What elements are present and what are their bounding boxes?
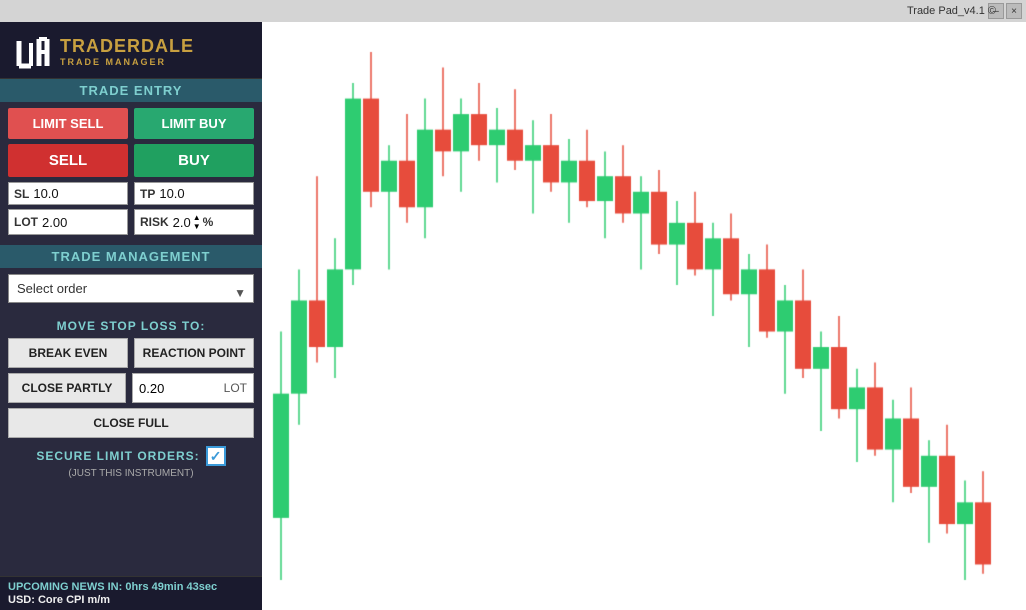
reaction-point-button[interactable]: REACTION POINT <box>134 338 254 368</box>
upcoming-news-label: UPCOMING NEWS IN: <box>8 581 122 593</box>
title-bar-label: Trade Pad_v4.1 © <box>907 5 996 17</box>
close-partly-button[interactable]: CLOSE PARTLY <box>8 373 126 403</box>
select-order-wrapper: Select order ▼ <box>8 274 254 311</box>
trade-management-panel: Select order ▼ MOVE STOP LOSS TO: BREAK … <box>0 268 262 576</box>
close-button[interactable]: × <box>1006 3 1022 19</box>
trade-entry-panel: LIMIT SELL LIMIT BUY SELL BUY SL 10.0 TP… <box>0 102 262 245</box>
risk-value[interactable]: 2.0 <box>173 215 191 230</box>
upcoming-news: UPCOMING NEWS IN: 0hrs 49min 43sec <box>8 581 254 593</box>
close-partly-lot-label: LOT <box>224 381 247 395</box>
limit-buy-button[interactable]: LIMIT BUY <box>134 108 254 139</box>
sl-label: SL <box>14 187 29 201</box>
tp-value[interactable]: 10.0 <box>159 186 184 201</box>
risk-spinner[interactable]: ▲ ▼ <box>193 213 201 231</box>
lot-risk-row: LOT 2.00 RISK 2.0 ▲ ▼ % <box>8 209 254 235</box>
limit-buttons-row: LIMIT SELL LIMIT BUY <box>8 108 254 139</box>
trade-entry-header: TRADE ENTRY <box>0 79 262 102</box>
close-full-button[interactable]: CLOSE FULL <box>8 408 254 438</box>
secure-row: SECURE LIMIT ORDERS: ✓ <box>8 446 254 466</box>
logo-icon <box>10 30 52 72</box>
sell-buy-row: SELL BUY <box>8 144 254 177</box>
title-bar: Trade Pad_v4.1 © – × <box>0 0 1026 22</box>
checkmark-icon: ✓ <box>210 448 222 465</box>
tp-label: TP <box>140 187 155 201</box>
usd-label: USD: <box>8 594 35 606</box>
break-even-button[interactable]: BREAK EVEN <box>8 338 128 368</box>
sl-value[interactable]: 10.0 <box>33 186 58 201</box>
secure-sublabel: (JUST THIS INSTRUMENT) <box>8 468 254 479</box>
close-partly-lot-box: 0.20 LOT <box>132 373 254 403</box>
usd-value: Core CPI m/m <box>38 594 110 606</box>
tp-field: TP 10.0 <box>134 182 254 205</box>
break-even-reaction-row: BREAK EVEN REACTION POINT <box>8 338 254 368</box>
risk-unit: % <box>203 215 214 229</box>
logo-subtitle: TRADE MANAGER <box>60 57 194 67</box>
risk-label: RISK <box>140 215 169 229</box>
lot-field: LOT 2.00 <box>8 209 128 235</box>
close-partly-lot-value[interactable]: 0.20 <box>139 381 164 396</box>
close-partly-row: CLOSE PARTLY 0.20 LOT <box>8 373 254 403</box>
lot-value[interactable]: 2.00 <box>42 215 67 230</box>
sell-button[interactable]: SELL <box>8 144 128 177</box>
left-panel: TRADERDALE TRADE MANAGER TRADE ENTRY LIM… <box>0 22 262 610</box>
logo-name: TRADERDALE <box>60 36 194 57</box>
move-stop-label: MOVE STOP LOSS TO: <box>8 319 254 333</box>
sl-field: SL 10.0 <box>8 182 128 205</box>
sl-tp-row: SL 10.0 TP 10.0 <box>8 182 254 205</box>
usd-news: USD: Core CPI m/m <box>8 594 254 606</box>
upcoming-news-time: 0hrs 49min 43sec <box>125 581 217 593</box>
lot-label: LOT <box>14 215 38 229</box>
logo-text: TRADERDALE TRADE MANAGER <box>60 36 194 67</box>
buy-button[interactable]: BUY <box>134 144 254 177</box>
limit-sell-button[interactable]: LIMIT SELL <box>8 108 128 139</box>
risk-field: RISK 2.0 ▲ ▼ % <box>134 209 254 235</box>
chart-area <box>262 22 1026 610</box>
select-order-dropdown[interactable]: Select order <box>8 274 254 303</box>
news-section: UPCOMING NEWS IN: 0hrs 49min 43sec USD: … <box>0 576 262 610</box>
trade-management-header: TRADE MANAGEMENT <box>0 245 262 268</box>
secure-checkbox[interactable]: ✓ <box>206 446 226 466</box>
secure-label: SECURE LIMIT ORDERS: <box>36 449 199 463</box>
logo-area: TRADERDALE TRADE MANAGER <box>0 22 262 79</box>
price-chart <box>262 22 1026 610</box>
